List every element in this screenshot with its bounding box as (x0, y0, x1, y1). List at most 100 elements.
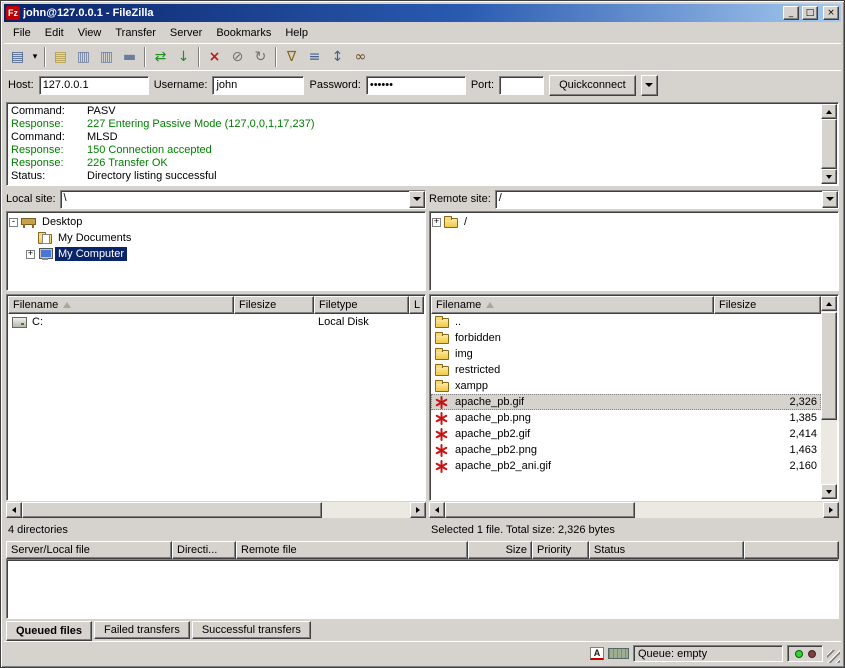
menu-file[interactable]: File (6, 24, 38, 42)
file-row[interactable]: C: Local Disk (8, 314, 424, 330)
file-size: 1,463 (714, 444, 821, 456)
arrow-left-icon (12, 507, 16, 513)
column-header-status[interactable]: Status (589, 541, 744, 559)
file-name: apache_pb2_ani.gif (455, 460, 551, 472)
column-header-server-local-file[interactable]: Server/Local file (6, 541, 172, 559)
scroll-left-button[interactable] (6, 502, 22, 518)
collapse-icon[interactable]: - (9, 218, 18, 227)
file-row[interactable]: img (431, 346, 821, 362)
username-label: Username: (154, 79, 208, 91)
tree-item-desktop[interactable]: - Desktop (9, 214, 423, 230)
port-input[interactable] (499, 76, 544, 95)
combo-dropdown-button[interactable] (822, 191, 838, 208)
quickconnect-button[interactable]: Quickconnect (549, 75, 636, 96)
local-pane: Local site: \ - Desktop My Documents (6, 188, 426, 538)
column-header-filesize[interactable]: Filesize (234, 296, 314, 314)
image-file-icon (435, 428, 448, 441)
password-input[interactable] (366, 76, 466, 95)
sync-browsing-button[interactable]: ↕ (326, 46, 349, 68)
tab-successful-transfers[interactable]: Successful transfers (192, 621, 311, 639)
column-header-last-modified[interactable]: L (409, 296, 424, 314)
remote-horizontal-scrollbar[interactable] (429, 502, 839, 518)
minimize-button[interactable]: _ (783, 6, 799, 20)
expand-icon[interactable]: + (26, 250, 35, 259)
file-row[interactable]: apache_pb2.png 1,463 (431, 442, 821, 458)
expand-icon[interactable]: + (432, 218, 441, 227)
toggle-queue-button[interactable]: ▬ (118, 46, 141, 68)
process-queue-icon: ↓ (178, 50, 190, 64)
tab-queued-files[interactable]: Queued files (6, 621, 92, 641)
tree-item-root[interactable]: + / (432, 214, 836, 230)
file-row[interactable]: forbidden (431, 330, 821, 346)
scroll-left-button[interactable] (429, 502, 445, 518)
column-header-size[interactable]: Size (468, 541, 532, 559)
scroll-up-button[interactable] (821, 296, 837, 311)
scroll-thumb[interactable] (821, 119, 837, 169)
log-line: Command:PASV (11, 105, 818, 118)
directory-comparison-button[interactable]: ≡ (303, 46, 326, 68)
scroll-thumb[interactable] (22, 502, 322, 518)
remote-site-combo[interactable]: / (495, 190, 839, 209)
site-manager-dropdown-button[interactable]: ▾ (29, 46, 41, 68)
toggle-local-tree-button[interactable]: ▥ (72, 46, 95, 68)
scroll-thumb[interactable] (821, 312, 837, 420)
host-input[interactable] (39, 76, 149, 95)
file-row[interactable]: restricted (431, 362, 821, 378)
menu-help[interactable]: Help (278, 24, 315, 42)
toggle-remote-tree-button[interactable]: ▥ (95, 46, 118, 68)
file-row[interactable]: apache_pb2_ani.gif 2,160 (431, 458, 821, 474)
menu-view[interactable]: View (71, 24, 109, 42)
menu-edit[interactable]: Edit (38, 24, 71, 42)
file-row-selected[interactable]: apache_pb.gif 2,326 (431, 394, 821, 410)
find-files-button[interactable]: ∞ (349, 46, 372, 68)
column-header-priority[interactable]: Priority (532, 541, 589, 559)
reconnect-button[interactable]: ↻ (249, 46, 272, 68)
menu-transfer[interactable]: Transfer (108, 24, 163, 42)
resize-grip[interactable] (827, 650, 840, 663)
process-queue-button[interactable]: ↓ (172, 46, 195, 68)
tree-item-my-documents[interactable]: My Documents (9, 230, 423, 246)
column-header-filename[interactable]: Filename (431, 296, 714, 314)
close-button[interactable]: × (823, 6, 839, 20)
file-row[interactable]: apache_pb2.gif 2,414 (431, 426, 821, 442)
toggle-message-log-button[interactable]: ▤ (49, 46, 72, 68)
scroll-right-button[interactable] (410, 502, 426, 518)
file-row[interactable]: apache_pb.png 1,385 (431, 410, 821, 426)
disconnect-button[interactable]: ⊘ (226, 46, 249, 68)
refresh-button[interactable]: ⇄ (149, 46, 172, 68)
queue-status: Queue: empty (633, 645, 783, 662)
local-horizontal-scrollbar[interactable] (6, 502, 426, 518)
filter-button[interactable]: ∇ (280, 46, 303, 68)
scroll-right-button[interactable] (823, 502, 839, 518)
scroll-up-button[interactable] (821, 104, 837, 119)
cancel-button[interactable]: × (203, 46, 226, 68)
column-label: Priority (537, 544, 571, 556)
column-header-filename[interactable]: Filename (8, 296, 234, 314)
local-site-combo[interactable]: \ (60, 190, 426, 209)
file-size: 1,385 (714, 412, 821, 424)
column-header-filetype[interactable]: Filetype (314, 296, 409, 314)
tab-failed-transfers[interactable]: Failed transfers (94, 621, 190, 639)
maximize-button[interactable]: □ (802, 6, 818, 20)
scroll-thumb[interactable] (445, 502, 635, 518)
menu-server[interactable]: Server (163, 24, 209, 42)
username-input[interactable] (212, 76, 304, 95)
column-header-direction[interactable]: Directi... (172, 541, 236, 559)
combo-dropdown-button[interactable] (409, 191, 425, 208)
log-label: Command: (11, 131, 87, 144)
scroll-down-button[interactable] (821, 484, 837, 499)
column-header-remote-file[interactable]: Remote file (236, 541, 468, 559)
scroll-down-button[interactable] (821, 169, 837, 184)
data-type-indicator-icon[interactable]: A (590, 647, 604, 660)
file-row[interactable]: xampp (431, 378, 821, 394)
speed-limits-icon[interactable] (608, 648, 629, 659)
log-scrollbar[interactable] (821, 104, 837, 184)
tree-item-my-computer[interactable]: + My Computer (9, 246, 423, 262)
file-row[interactable]: .. (431, 314, 821, 330)
menu-bookmarks[interactable]: Bookmarks (209, 24, 278, 42)
remote-vertical-scrollbar[interactable] (821, 296, 837, 499)
site-manager-button[interactable]: ▤ (6, 46, 29, 68)
log-text: PASV (87, 105, 116, 118)
quickconnect-dropdown-button[interactable] (641, 75, 658, 96)
column-header-filesize[interactable]: Filesize (714, 296, 821, 314)
